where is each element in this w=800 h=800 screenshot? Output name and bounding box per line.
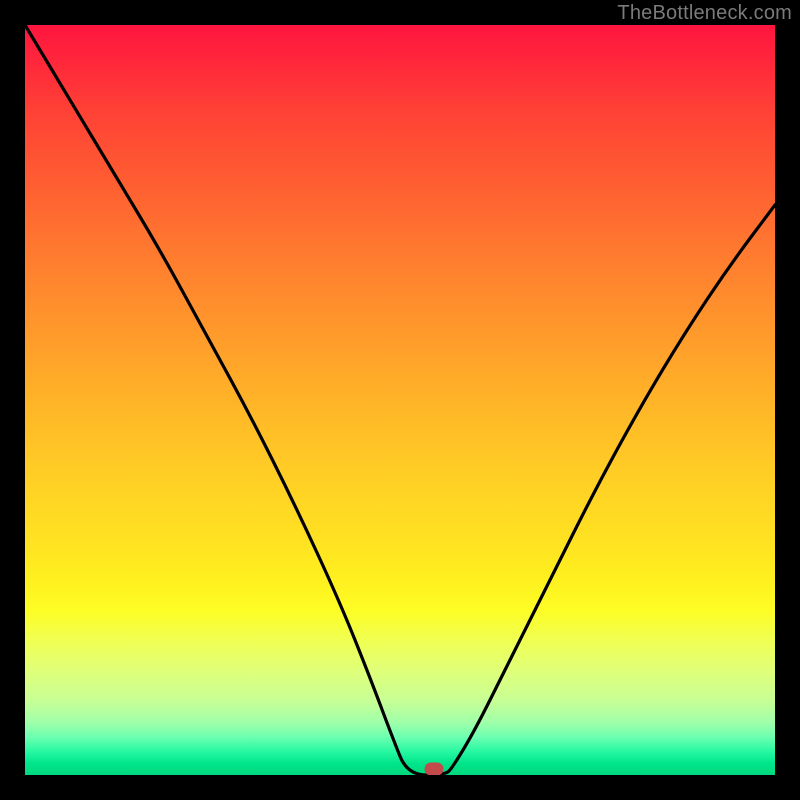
minimum-marker (424, 763, 443, 776)
bottleneck-curve (25, 25, 775, 775)
plot-area (25, 25, 775, 775)
watermark-text: TheBottleneck.com (617, 2, 792, 25)
chart-frame: TheBottleneck.com (0, 0, 800, 800)
